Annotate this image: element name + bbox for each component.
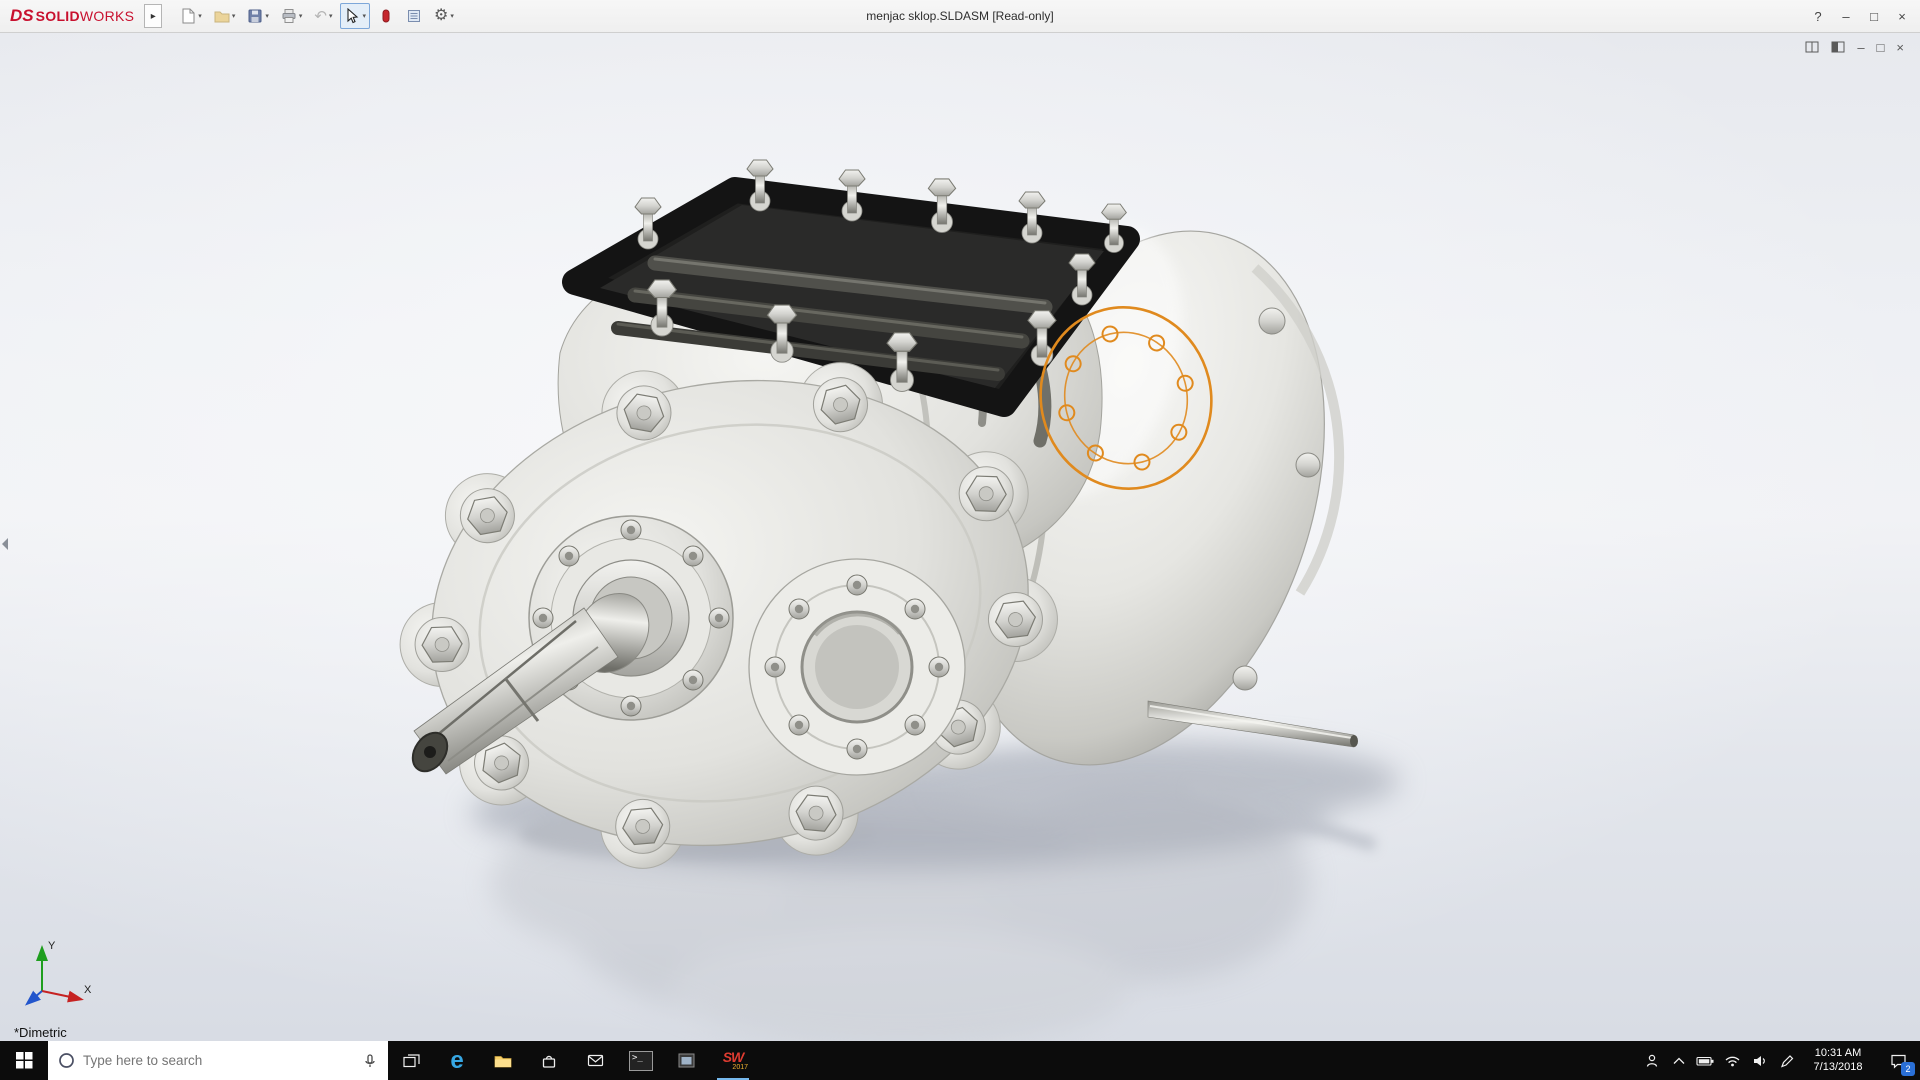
open-button[interactable]: ▾: [210, 3, 240, 29]
windows-taskbar: e >_ SW 2017: [0, 1041, 1920, 1080]
select-tool-button[interactable]: ▾: [340, 3, 370, 29]
orientation-triad: Y X: [14, 927, 104, 1017]
system-tray: 10:31 AM 7/13/2018 2: [1638, 1041, 1920, 1080]
graphics-viewport[interactable]: – □ × Y X *Dimetric: [0, 33, 1920, 1041]
wifi-icon: [1724, 1053, 1741, 1068]
chevron-down-icon[interactable]: ▾: [232, 12, 236, 20]
chevron-down-icon[interactable]: ▾: [362, 12, 366, 20]
microphone-icon[interactable]: [362, 1053, 378, 1069]
3d-model-canvas[interactable]: [0, 33, 1920, 1041]
xpress-products-button[interactable]: [374, 3, 398, 29]
help-button[interactable]: ?: [1804, 0, 1832, 33]
start-button[interactable]: [0, 1041, 48, 1080]
print-icon: [281, 8, 297, 24]
file-explorer-icon: [494, 1053, 512, 1069]
command-prompt-icon: >_: [629, 1051, 653, 1071]
chevron-down-icon[interactable]: ▾: [198, 12, 202, 20]
task-view-icon: [403, 1053, 420, 1069]
triad-y-label: Y: [48, 940, 56, 952]
solidworks-logo-mark: DS: [10, 6, 34, 26]
show-hidden-icons-button[interactable]: [1665, 1041, 1692, 1080]
undo-button[interactable]: ↶ ▾: [310, 3, 336, 29]
close-button[interactable]: ×: [1888, 0, 1916, 33]
split-pane-icon[interactable]: [1805, 40, 1819, 54]
document-window-controls: – □ ×: [1805, 40, 1904, 54]
select-cursor-icon: [344, 8, 360, 24]
search-input[interactable]: [83, 1053, 354, 1068]
minimize-button[interactable]: –: [1832, 0, 1860, 33]
people-button[interactable]: [1638, 1041, 1665, 1080]
clock-date: 7/13/2018: [1814, 1061, 1863, 1075]
speaker-icon: [1752, 1053, 1768, 1069]
options-button[interactable]: ⚙ ▾: [430, 3, 458, 29]
cortana-circle-icon: [58, 1052, 75, 1069]
mail-button[interactable]: [572, 1041, 618, 1080]
windows-logo-icon: [16, 1052, 33, 1069]
taskbar-clock[interactable]: 10:31 AM 7/13/2018: [1800, 1041, 1876, 1080]
taskbar-apps: e >_ SW 2017: [388, 1041, 756, 1080]
chevron-left-icon: [0, 537, 10, 551]
chevron-down-icon[interactable]: ▾: [329, 12, 333, 20]
battery-button[interactable]: [1692, 1041, 1719, 1080]
document-title: menjac sklop.SLDASM [Read-only]: [866, 9, 1053, 23]
bearing-hub-center: [749, 559, 965, 775]
maximize-button[interactable]: □: [1860, 0, 1888, 33]
report-button[interactable]: [402, 3, 426, 29]
file-explorer-button[interactable]: [480, 1041, 526, 1080]
pane-layout-icon[interactable]: [1831, 40, 1845, 54]
red-capsule-icon: [378, 8, 394, 24]
solidworks-taskbar-button[interactable]: SW 2017: [710, 1041, 756, 1080]
chevron-down-icon[interactable]: ▾: [299, 12, 303, 20]
solidworks-app-icon: SW 2017: [718, 1048, 748, 1074]
command-prompt-button[interactable]: >_: [618, 1041, 664, 1080]
store-button[interactable]: [526, 1041, 572, 1080]
save-button[interactable]: ▾: [243, 3, 273, 29]
solidworks-logo-works: WORKS: [80, 8, 134, 24]
print-button[interactable]: ▾: [277, 3, 307, 29]
notification-badge: 2: [1901, 1062, 1915, 1076]
volume-button[interactable]: [1746, 1041, 1773, 1080]
edge-button[interactable]: e: [434, 1041, 480, 1080]
network-button[interactable]: [1719, 1041, 1746, 1080]
solidworks-app-letters: SW: [723, 1050, 744, 1064]
gear-icon: ⚙: [434, 8, 448, 24]
titlebar: DS SOLID WORKS ▸ ▾ ▾ ▾ ▾ ↶ ▾ ▾ ⚙ ▾ menja…: [0, 0, 1920, 33]
flyout-arrow-icon: ▸: [151, 11, 156, 22]
application-button[interactable]: [664, 1041, 710, 1080]
panel-collapse-handle[interactable]: [0, 531, 10, 557]
new-document-button[interactable]: ▾: [176, 3, 206, 29]
battery-icon: [1696, 1053, 1715, 1069]
menu-flyout-button[interactable]: ▸: [144, 4, 162, 28]
command-prompt-glyph: >_: [632, 1054, 643, 1063]
store-bag-icon: [541, 1053, 557, 1069]
chevron-down-icon[interactable]: ▾: [450, 12, 454, 20]
people-icon: [1644, 1053, 1660, 1069]
triad-x-label: X: [84, 984, 92, 996]
document-minimize-button[interactable]: –: [1857, 41, 1864, 54]
open-folder-icon: [214, 8, 230, 24]
document-close-button[interactable]: ×: [1896, 41, 1904, 54]
chevron-down-icon[interactable]: ▾: [265, 12, 269, 20]
application-window-icon: [678, 1052, 696, 1069]
new-document-icon: [180, 8, 196, 24]
report-book-icon: [406, 8, 422, 24]
chevron-up-icon: [1672, 1055, 1686, 1067]
solidworks-app-year: 2017: [732, 1064, 748, 1071]
document-restore-button[interactable]: □: [1877, 41, 1885, 54]
undo-icon: ↶: [314, 9, 327, 24]
window-controls: ? – □ ×: [1804, 0, 1916, 33]
view-orientation-label: *Dimetric: [14, 1025, 67, 1040]
mail-envelope-icon: [587, 1053, 604, 1068]
clock-time: 10:31 AM: [1815, 1047, 1861, 1061]
solidworks-logo: DS SOLID WORKS: [10, 6, 134, 26]
pen-button[interactable]: [1773, 1041, 1800, 1080]
pen-icon: [1779, 1053, 1795, 1069]
taskbar-search[interactable]: [48, 1041, 388, 1080]
save-icon: [247, 8, 263, 24]
action-center-button[interactable]: 2: [1876, 1041, 1920, 1080]
edge-icon: e: [450, 1049, 463, 1073]
task-view-button[interactable]: [388, 1041, 434, 1080]
solidworks-logo-solid: SOLID: [36, 8, 80, 24]
